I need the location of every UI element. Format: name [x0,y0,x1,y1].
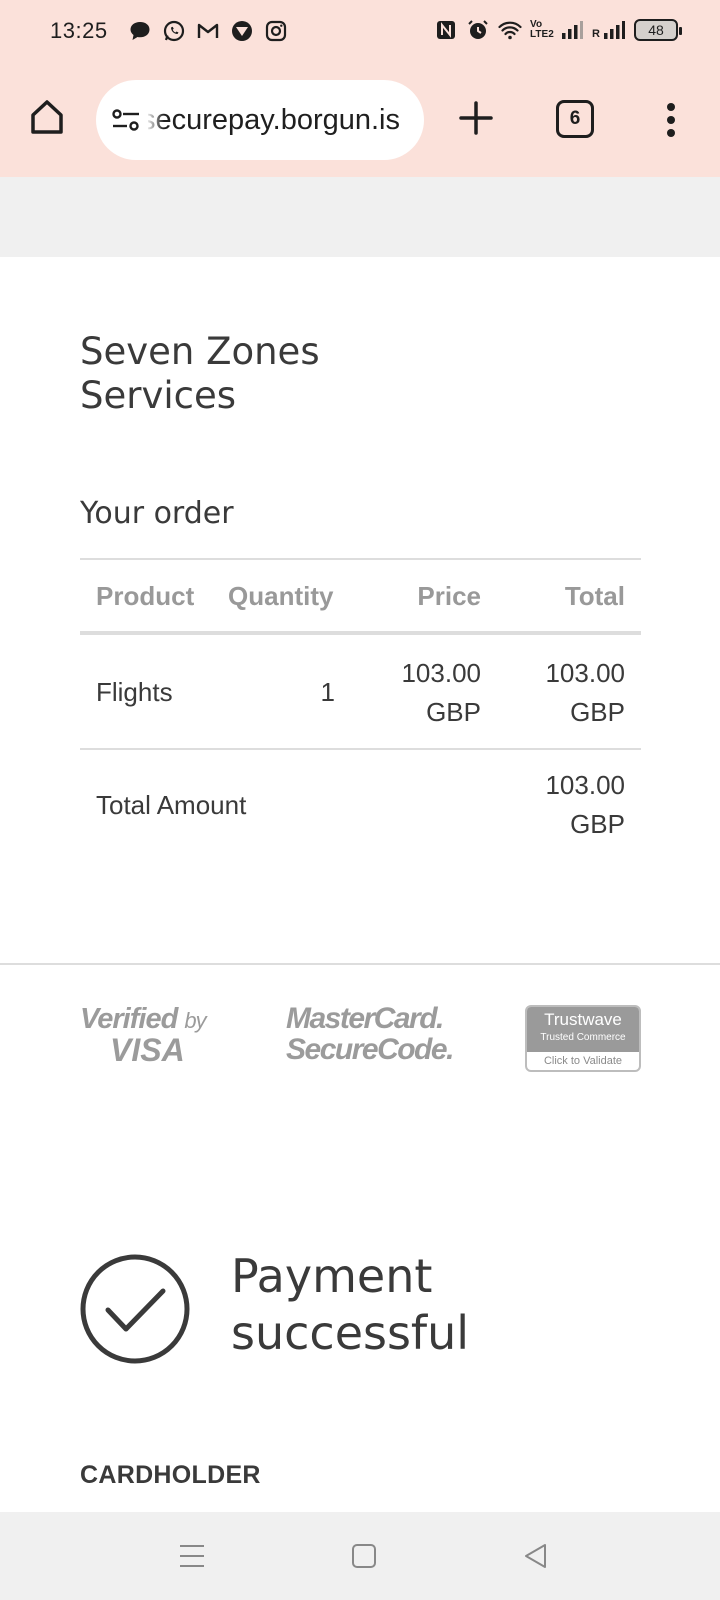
trustwave-sub: Trusted Commerce [540,1032,626,1043]
mastercard-line1: MasterCard. [286,1002,444,1035]
signal-roaming-icon [604,21,625,39]
order-table: Product Quantity Price Total Flights 1 1… [80,558,641,864]
total-amount-label: Total Amount [96,790,247,820]
square-icon [352,1544,376,1568]
item-total-amount: 103.00 [545,658,625,688]
total-currency: GBP [570,809,625,839]
cardholder-label: CARDHOLDER [80,1461,261,1489]
column-header-quantity: Quantity [228,581,334,611]
browser-toolbar: securepay.borgun.is 6 [0,76,720,162]
home-nav-button[interactable] [346,1538,382,1574]
item-quantity: 1 [320,677,335,707]
status-bar: 13:25 Vo LTE2 R 48 [0,0,720,66]
new-tab-button[interactable] [454,96,498,140]
chat-bubble-icon [130,22,150,40]
mastercard-securecode-logo: MasterCard. SecureCode. [286,1003,456,1069]
item-total: 103.00 GBP [545,654,625,732]
table-row: Flights 1 103.00 GBP 103.00 GBP [80,637,641,750]
table-header: Product Quantity Price Total [80,558,641,635]
verified-by-visa-logo: Verified by VISA [80,1003,220,1069]
whatsapp-icon [163,20,185,42]
item-total-currency: GBP [570,697,625,727]
alarm-icon [468,20,488,39]
trustwave-seal[interactable]: Trustwave Trusted Commerce Click to Vali… [525,1005,641,1072]
security-badges: Verified by VISA MasterCard. SecureCode.… [80,1003,641,1075]
system-navigation-bar [0,1512,720,1600]
trustwave-validate-link[interactable]: Click to Validate [527,1052,639,1070]
mastercard-line2: SecureCode. [286,1033,454,1066]
signal-roaming-label: R [592,28,600,40]
item-product: Flights [96,677,173,707]
plus-icon [459,101,493,135]
total-amount: 103.00 [545,770,625,800]
browser-chrome: 13:25 Vo LTE2 R 48 securepay.borgun.is 6 [0,0,720,177]
checkmark-circle-icon [80,1254,190,1364]
item-price: 103.00 GBP [401,654,481,732]
volte-icon: Vo LTE2 [530,19,554,40]
merchant-name: Seven Zones Services [80,330,320,417]
recent-apps-button[interactable] [174,1538,210,1574]
page-header-band [0,177,720,257]
battery-icon: 48 [634,19,682,41]
payment-status: Payment successful [231,1249,470,1360]
total-row: Total Amount 103.00 GBP [80,750,641,863]
gmail-icon [197,23,219,38]
item-price-amount: 103.00 [401,658,481,688]
menu-lines-icon [180,1545,204,1567]
visa-line2: VISA [110,1032,185,1068]
item-price-currency: GBP [426,697,481,727]
more-options-button[interactable] [654,98,688,142]
notification-icons [128,19,288,43]
home-button[interactable] [24,94,70,140]
section-divider [0,963,720,965]
url-fade [146,100,164,140]
nfc-icon [437,21,456,39]
column-header-product: Product [96,581,195,611]
back-triangle-icon [525,1544,546,1568]
order-heading: Your order [80,496,234,531]
total-amount-value: 103.00 GBP [545,766,625,844]
url-text[interactable]: securepay.borgun.is [148,104,400,137]
trustwave-brand: Trustwave [544,1010,622,1029]
more-vert-icon [667,103,675,137]
instagram-icon [265,20,287,42]
visa-by: by [184,1008,206,1033]
column-header-price: Price [417,581,481,611]
wifi-icon [498,21,522,40]
tune-icon [112,109,139,131]
visa-line1: Verified [80,1003,178,1035]
back-button[interactable] [518,1538,554,1574]
home-icon [31,100,63,134]
system-icons: Vo LTE2 R 48 [434,18,682,42]
site-settings-button[interactable] [110,104,142,136]
trustwave-seal-top: Trustwave Trusted Commerce [527,1007,639,1052]
address-bar[interactable]: securepay.borgun.is [96,80,424,160]
vpn-icon [232,21,252,41]
status-time: 13:25 [50,18,108,43]
tab-switcher-button[interactable]: 6 [556,100,594,138]
column-header-total: Total [564,581,625,611]
signal-icon [562,21,584,39]
